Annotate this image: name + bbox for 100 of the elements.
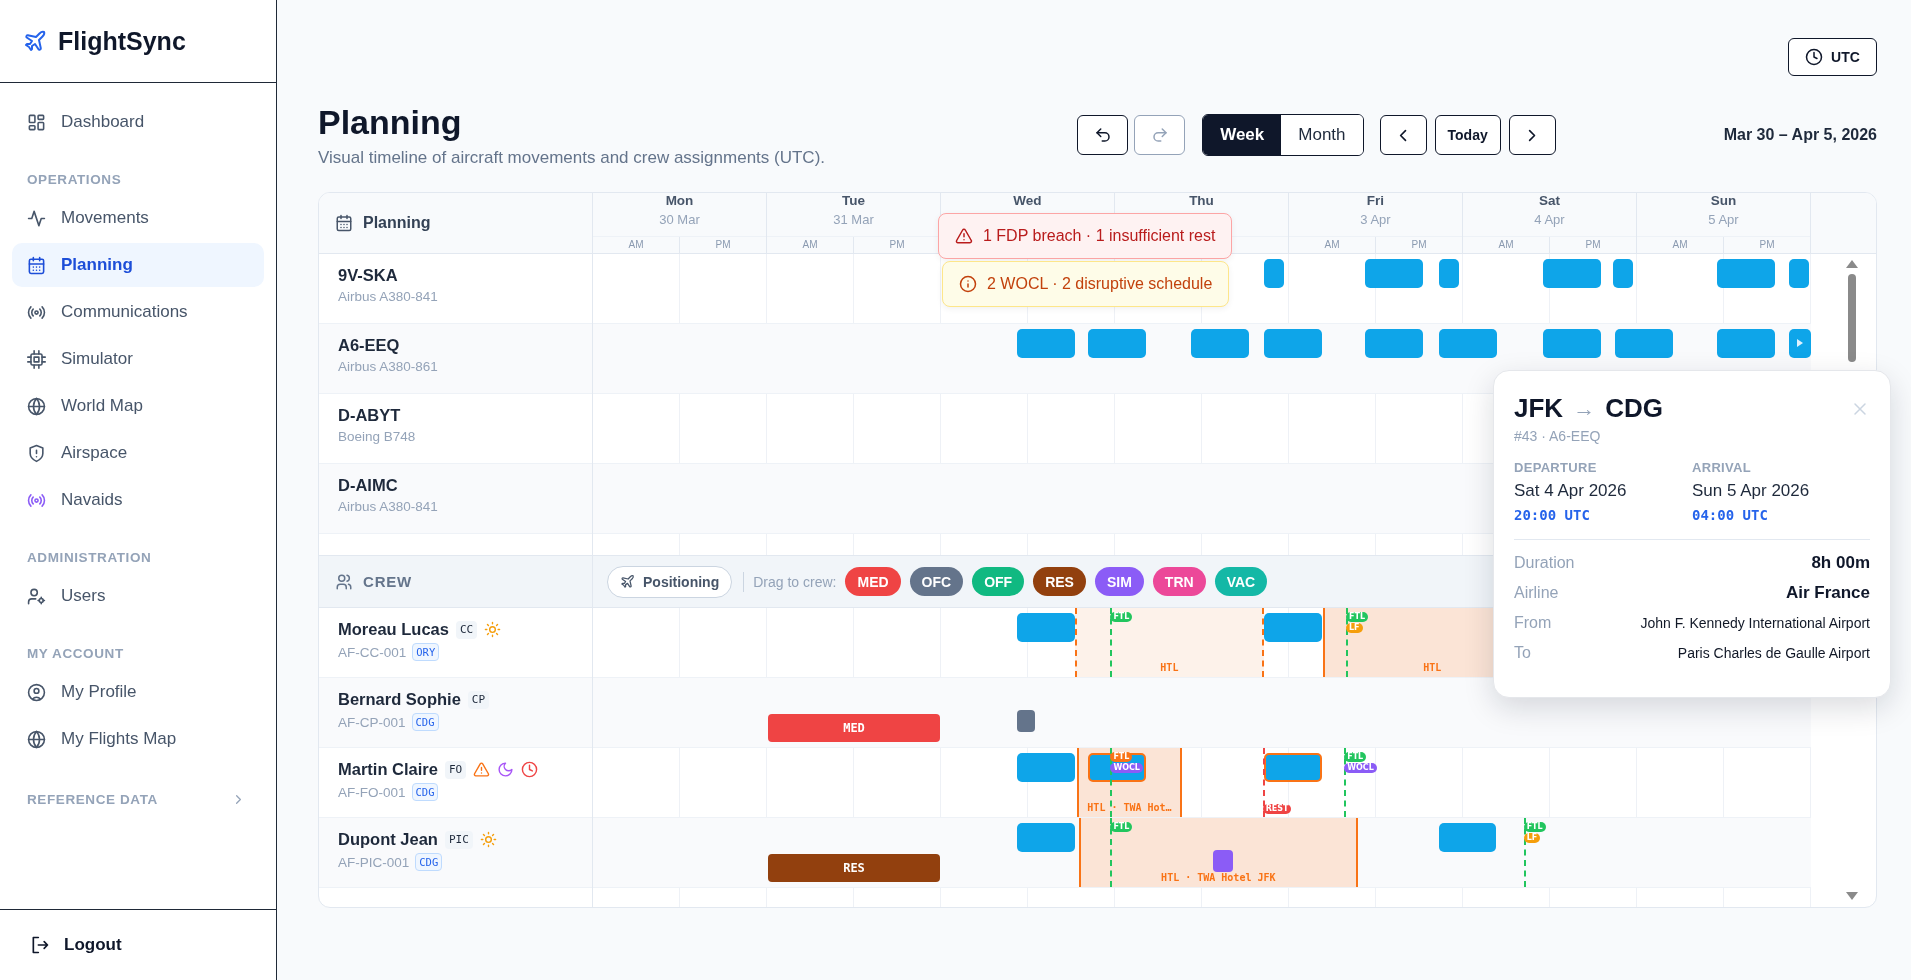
- flight-block[interactable]: [1263, 753, 1322, 782]
- section-label: MY ACCOUNT: [26, 645, 125, 663]
- detail-label: Airline: [1514, 584, 1559, 602]
- nav-item[interactable]: World Map: [12, 384, 264, 428]
- day-date: 5 Apr: [1708, 212, 1739, 227]
- flight-block[interactable]: [1716, 259, 1775, 288]
- detail-label: To: [1514, 644, 1531, 662]
- duty-bar[interactable]: MED: [768, 714, 940, 742]
- status-tag: LF: [1346, 623, 1363, 633]
- day-name: Fri: [1365, 193, 1386, 208]
- flight-block[interactable]: [1365, 329, 1424, 358]
- half-day-label: AM: [627, 238, 645, 252]
- role-badge: CC: [455, 620, 478, 639]
- chevron-right-icon: [1528, 128, 1537, 142]
- nav-item[interactable]: My Flights Map: [12, 717, 264, 761]
- flight-block[interactable]: [1613, 259, 1634, 288]
- detail-value: John F. Kennedy International Airport: [1640, 615, 1870, 631]
- half-day-label: PM: [679, 237, 766, 253]
- aircraft-registration: D-AIMC: [338, 476, 399, 495]
- flight-block[interactable]: [1191, 329, 1250, 358]
- nav-item[interactable]: Dashboard: [12, 100, 264, 144]
- crew-name: Moreau Lucas: [338, 620, 449, 639]
- nav-item[interactable]: Airspace: [12, 431, 264, 475]
- flight-block[interactable]: [1789, 329, 1811, 358]
- day-name: Sun: [1709, 193, 1738, 208]
- duty-block[interactable]: [1212, 850, 1233, 872]
- user-circle-icon: [27, 682, 46, 702]
- crew-id: AF-PIC-001: [338, 854, 410, 870]
- flight-block[interactable]: [1542, 329, 1601, 358]
- arrival-time: 04:00 UTC: [1692, 507, 1769, 523]
- timezone-button[interactable]: UTC: [1788, 38, 1877, 76]
- next-button[interactable]: [1508, 115, 1556, 155]
- nav-item[interactable]: Simulator: [12, 337, 264, 381]
- flight-block[interactable]: [1789, 259, 1810, 288]
- day-name: Tue: [841, 193, 866, 208]
- nav-item[interactable]: Users: [12, 574, 264, 618]
- rest-label: HTL: [1159, 662, 1180, 674]
- duty-chip[interactable]: MED: [845, 567, 901, 596]
- redo-icon: [1150, 126, 1169, 144]
- view-tab[interactable]: Month: [1281, 115, 1363, 155]
- section-label: ADMINISTRATION: [26, 549, 153, 567]
- aircraft-type: Airbus A380-861: [338, 359, 439, 374]
- flight-subtitle: #43 · A6-EEQ: [1514, 428, 1602, 444]
- flight-block[interactable]: [1716, 329, 1775, 358]
- duty-bar[interactable]: RES: [768, 854, 940, 882]
- previous-button[interactable]: [1379, 115, 1427, 155]
- role-badge: FO: [444, 760, 467, 779]
- today-button[interactable]: Today: [1434, 115, 1501, 155]
- info-icon: [959, 275, 977, 293]
- half-day-label: AM: [1671, 238, 1689, 252]
- flight-block[interactable]: [1263, 259, 1284, 288]
- detail-label: Duration: [1514, 554, 1575, 572]
- status-tag: FTL: [1344, 752, 1367, 762]
- nav-item[interactable]: Navaids: [12, 478, 264, 522]
- duty-chip[interactable]: SIM: [1094, 567, 1144, 596]
- role-badge: CP: [467, 690, 490, 709]
- nav-item[interactable]: Communications: [12, 290, 264, 334]
- base-badge: CDG: [411, 713, 439, 731]
- nav-item[interactable]: Movements: [12, 196, 264, 240]
- view-tab[interactable]: Week: [1203, 115, 1282, 155]
- undo-button[interactable]: [1077, 115, 1129, 155]
- error-alert: 1 FDP breach · 1 insufficient rest: [938, 213, 1233, 259]
- scrollbar-thumb[interactable]: [1848, 274, 1856, 362]
- scroll-up-icon[interactable]: [1846, 260, 1858, 268]
- positioning-button[interactable]: Positioning: [607, 565, 733, 598]
- status-tag: WOCL: [1344, 763, 1377, 773]
- aircraft-type: Airbus A380-841: [338, 289, 439, 304]
- warning-alert: 2 WOCL · 2 disruptive schedule: [942, 261, 1230, 307]
- duty-chip[interactable]: RES: [1033, 567, 1086, 596]
- flight-block[interactable]: [1017, 823, 1076, 852]
- status-tag: FTL: [1110, 822, 1133, 832]
- base-badge: CDG: [411, 783, 439, 801]
- flight-block[interactable]: [1263, 329, 1322, 358]
- day-name: Thu: [1188, 193, 1215, 208]
- logout-button[interactable]: Logout: [30, 935, 122, 955]
- duty-chip[interactable]: TRN: [1152, 567, 1206, 596]
- crew-name: Bernard Sophie: [338, 690, 461, 709]
- half-day-label: PM: [1723, 237, 1810, 253]
- duty-chip[interactable]: OFC: [909, 567, 964, 596]
- flight-block[interactable]: [1439, 259, 1460, 288]
- detail-value: Paris Charles de Gaulle Airport: [1677, 645, 1870, 661]
- flight-block[interactable]: [1542, 259, 1601, 288]
- nav-item[interactable]: My Profile: [12, 670, 264, 714]
- users-icon: [335, 572, 353, 591]
- flight-block[interactable]: [1439, 329, 1498, 358]
- flight-block[interactable]: [1017, 329, 1076, 358]
- flight-block[interactable]: [1017, 753, 1076, 782]
- crew-id: AF-FO-001: [338, 784, 406, 800]
- rest-label: HTL · TWA Hotel JFK: [1160, 872, 1277, 884]
- flight-block[interactable]: [1615, 329, 1674, 358]
- flight-block[interactable]: [1087, 329, 1146, 358]
- nav-item[interactable]: Planning: [12, 243, 264, 287]
- day-date: 3 Apr: [1360, 212, 1391, 227]
- app-logo-text: FlightSync: [58, 26, 186, 56]
- flight-block[interactable]: [1365, 259, 1424, 288]
- scroll-down-icon[interactable]: [1846, 892, 1858, 900]
- duty-block[interactable]: [1017, 710, 1036, 732]
- continue-icon: [1797, 339, 1803, 347]
- panel-title: Planning: [363, 214, 431, 232]
- half-day-label: PM: [1375, 237, 1462, 253]
